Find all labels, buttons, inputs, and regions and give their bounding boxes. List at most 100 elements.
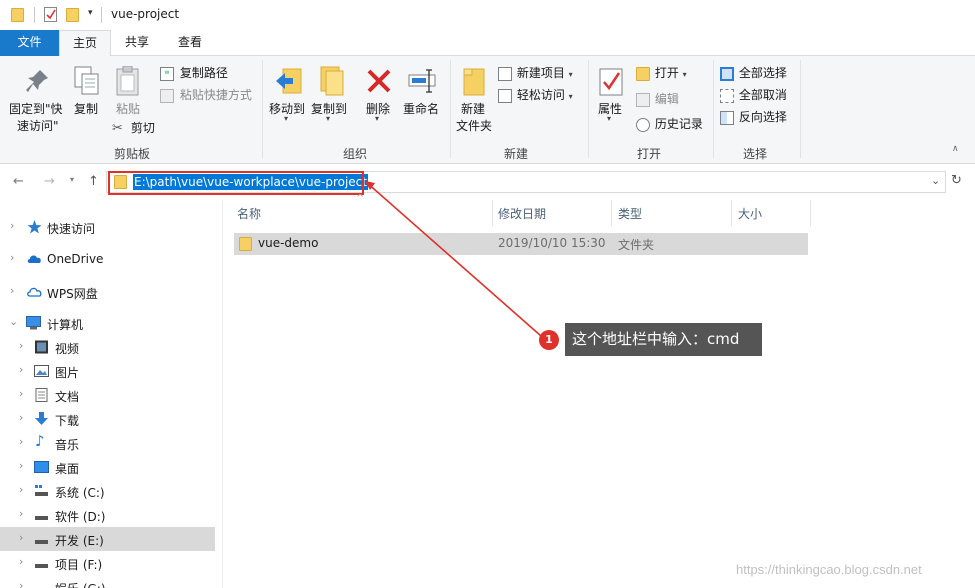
nav-item-drive-f[interactable]: › 项目 (F:): [0, 551, 215, 575]
nav-item-onedrive[interactable]: › OneDrive: [0, 247, 215, 271]
nav-item-this-pc[interactable]: ⌄ 计算机: [0, 311, 215, 335]
move-to-button[interactable]: 移动到 ▾: [267, 64, 309, 126]
new-item-button[interactable]: 新建项目 ▾: [498, 64, 580, 82]
chevron-right-icon[interactable]: ›: [10, 219, 14, 232]
drive-icon: [34, 580, 49, 588]
cut-button[interactable]: ✂ 剪切: [112, 119, 172, 137]
chevron-right-icon[interactable]: ›: [10, 251, 14, 264]
edit-label: 编辑: [654, 92, 679, 106]
chevron-right-icon[interactable]: ›: [10, 284, 14, 297]
nav-label: 视频: [55, 342, 80, 356]
tab-view[interactable]: 查看: [165, 30, 215, 56]
select-all-label: 全部选择: [738, 66, 787, 80]
nav-item-music[interactable]: › ♪ 音乐: [0, 431, 215, 455]
nav-item-drive-e[interactable]: › 开发 (E:): [0, 527, 215, 551]
column-header-name[interactable]: 名称: [237, 205, 261, 222]
column-divider[interactable]: [611, 200, 612, 226]
invert-selection-button[interactable]: 反向选择: [720, 108, 794, 126]
recent-locations-icon[interactable]: ▾: [70, 175, 74, 184]
address-dropdown-icon[interactable]: ⌄: [931, 174, 940, 187]
nav-item-documents[interactable]: › 文档: [0, 383, 215, 407]
nav-item-drive-g[interactable]: › 娱乐 (G:): [0, 575, 215, 588]
properties-quick-icon[interactable]: [44, 7, 57, 22]
column-divider[interactable]: [492, 200, 493, 226]
nav-pane-divider[interactable]: [222, 200, 223, 588]
select-none-button[interactable]: 全部取消: [720, 86, 794, 104]
tab-share[interactable]: 共享: [113, 30, 161, 56]
drive-icon: [35, 540, 48, 544]
title-divider: [34, 7, 35, 23]
open-button[interactable]: 打开 ▾: [636, 64, 698, 82]
scissors-icon: ✂: [112, 120, 123, 136]
chevron-right-icon[interactable]: ›: [19, 459, 23, 472]
select-none-icon: [720, 88, 734, 103]
chevron-right-icon[interactable]: ›: [19, 531, 23, 544]
up-arrow-icon[interactable]: ↑: [88, 174, 99, 189]
chevron-down-icon: ▾: [568, 92, 573, 101]
nav-item-quick-access[interactable]: › 快速访问: [0, 215, 215, 239]
file-type: 文件夹: [618, 238, 655, 252]
column-header-type[interactable]: 类型: [618, 205, 642, 222]
chevron-right-icon[interactable]: ›: [19, 387, 23, 400]
pin-quick-access-button[interactable]: 固定到"快 速访问": [6, 64, 68, 133]
system-drive-icon: [35, 485, 48, 496]
collapse-ribbon-icon[interactable]: ∧: [952, 144, 959, 154]
nav-item-desktop[interactable]: › 桌面: [0, 455, 215, 479]
chevron-right-icon[interactable]: ›: [19, 363, 23, 376]
paste-shortcut-label: 粘贴快捷方式: [179, 88, 252, 102]
ribbon: 固定到"快 速访问" 复制 粘贴 w 复制路径 粘贴快捷方式 ✂ 剪切 剪贴板: [0, 56, 975, 164]
paste-button[interactable]: 粘贴: [110, 64, 148, 120]
table-row[interactable]: vue-demo 2019/10/10 15:30 文件夹: [234, 233, 808, 255]
copy-icon: [74, 66, 99, 95]
column-divider[interactable]: [731, 200, 732, 226]
chevron-right-icon[interactable]: ›: [19, 507, 23, 520]
nav-label: OneDrive: [47, 252, 104, 266]
edit-button[interactable]: 编辑: [636, 90, 698, 108]
computer-icon: [26, 316, 41, 330]
chevron-right-icon[interactable]: ›: [19, 555, 23, 568]
history-label: 历史记录: [654, 117, 703, 131]
refresh-icon[interactable]: ↻: [951, 173, 962, 188]
nav-item-drive-c[interactable]: › 系统 (C:): [0, 479, 215, 503]
chevron-right-icon[interactable]: ›: [19, 483, 23, 496]
tab-file[interactable]: 文件: [0, 30, 59, 56]
chevron-right-icon[interactable]: ›: [19, 339, 23, 352]
column-divider[interactable]: [810, 200, 811, 226]
rename-button[interactable]: 重命名: [400, 64, 444, 120]
paste-shortcut-button[interactable]: 粘贴快捷方式: [160, 86, 260, 104]
copy-path-button[interactable]: w 复制路径: [160, 64, 258, 82]
nav-item-wps-drive[interactable]: › WPS网盘: [0, 280, 215, 304]
properties-button[interactable]: 属性 ▾: [592, 64, 630, 126]
column-header-modified[interactable]: 修改日期: [498, 205, 546, 222]
new-folder-quick-icon[interactable]: [66, 8, 79, 22]
forward-arrow-icon[interactable]: →: [44, 174, 55, 189]
new-item-label: 新建项目: [516, 66, 565, 80]
group-label-clipboard: 剪贴板: [114, 147, 151, 161]
back-arrow-icon[interactable]: ←: [13, 174, 24, 189]
nav-item-pictures[interactable]: › 图片: [0, 359, 215, 383]
history-button[interactable]: 历史记录: [636, 115, 710, 133]
chevron-right-icon[interactable]: ›: [19, 579, 23, 588]
column-header-size[interactable]: 大小: [738, 205, 762, 222]
star-icon: [27, 220, 42, 234]
copy-button[interactable]: 复制: [70, 64, 104, 120]
customize-quick-access-icon[interactable]: ▾: [88, 8, 93, 18]
chevron-right-icon[interactable]: ›: [19, 435, 23, 448]
tab-home[interactable]: 主页: [59, 30, 111, 57]
nav-label: 图片: [55, 366, 80, 380]
select-all-button[interactable]: 全部选择: [720, 64, 794, 82]
copy-to-button[interactable]: 复制到 ▾: [309, 64, 351, 126]
nav-item-downloads[interactable]: › 下载: [0, 407, 215, 431]
folder-icon: [239, 237, 252, 251]
new-folder-button[interactable]: 新建 文件夹: [454, 64, 494, 136]
nav-item-videos[interactable]: › 视频: [0, 335, 215, 359]
annotation-callout: 这个地址栏中输入：cmd: [565, 323, 762, 356]
chevron-down-icon[interactable]: ⌄: [9, 315, 18, 328]
group-divider: [800, 60, 801, 158]
delete-button[interactable]: 删除 ▾: [362, 64, 396, 126]
history-icon: [636, 117, 650, 132]
easy-access-button[interactable]: 轻松访问 ▾: [498, 86, 580, 104]
nav-label: 下载: [55, 414, 80, 428]
nav-item-drive-d[interactable]: › 软件 (D:): [0, 503, 215, 527]
chevron-right-icon[interactable]: ›: [19, 411, 23, 424]
